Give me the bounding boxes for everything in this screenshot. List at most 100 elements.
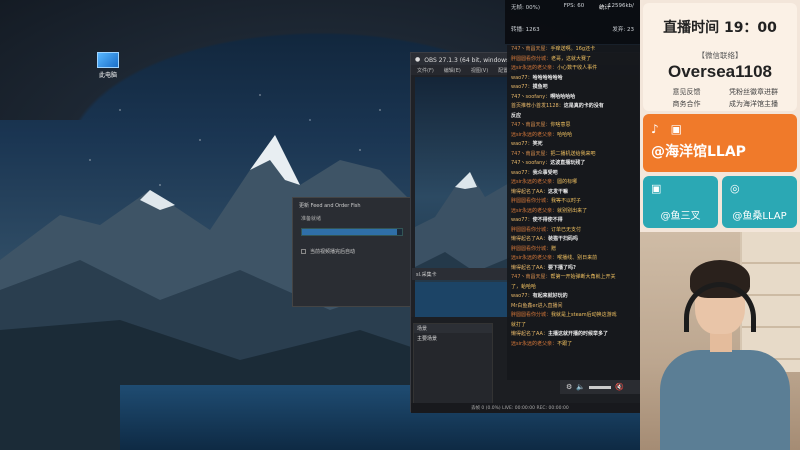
chat-text: 喉播线、别日来前 xyxy=(557,255,598,261)
sources-label: sl.采集卡 xyxy=(416,272,437,278)
chat-username: 747丶南昌天屋： xyxy=(511,46,551,52)
chat-message: 了，蛤哈哈 xyxy=(507,283,640,293)
checkbox[interactable] xyxy=(301,249,306,254)
chat-message: 胖圆圆看你分城：我等不以时子 xyxy=(507,197,640,207)
chat-message: 反应 xyxy=(507,112,640,122)
chat-message: 747丶南昌天屋：帮第一开始弹断大角就上开关 xyxy=(507,273,640,283)
douyin-handle: @海洋馆LLAP xyxy=(651,144,746,160)
chat-text: 订单已无支付 xyxy=(551,226,582,233)
contact-notes: 意见反馈 凭粉丝徽章进群 商务合作 成为海洋馆主播 xyxy=(653,87,787,109)
chat-text: 就打了 xyxy=(511,321,527,328)
streamer-body xyxy=(660,350,790,450)
live-time: 直播时间 19：00 xyxy=(663,20,777,36)
menu-edit[interactable]: 编辑(E) xyxy=(444,67,461,74)
chat-text: 这发干嘛 xyxy=(547,188,568,195)
chat-message: 懒得起名了AA：这发干嘛 xyxy=(507,188,640,198)
mute-icon[interactable]: 🔇 xyxy=(615,383,624,391)
chat-text: 这波直播玩残了 xyxy=(550,160,586,166)
chat-username: 747丶南昌天屋： xyxy=(511,150,551,157)
stat-views: 转播: 1263 xyxy=(511,27,540,33)
chat-message: 747丶soofany：啊哈哈哈哈 xyxy=(507,93,640,103)
wechat-id: Oversea1108 xyxy=(668,62,772,81)
scenes-panel: 场景 主要场景 xyxy=(413,323,493,407)
stats-panel: 统计 无帧: 00%) FPS: 60 12596kb/ 转播: 1263 发弃… xyxy=(505,0,640,44)
chat-message: 747丶南昌天屋：你啥意思 xyxy=(507,121,640,131)
computer-icon xyxy=(97,52,119,68)
chat-message: wao77：我众事受吧 xyxy=(507,169,640,179)
chat-message: 747丶南昌天屋：手痒送啊。16g还卡 xyxy=(507,45,640,55)
chat-text: 手痒送啊。16g还卡 xyxy=(550,46,596,52)
chat-message: wao77：摸鱼吧 xyxy=(507,83,640,93)
menu-view[interactable]: 视图(V) xyxy=(471,67,488,74)
stat-fps: FPS: 60 xyxy=(563,3,585,9)
auto-checkbox-row[interactable]: 当前视频播完后自动 xyxy=(293,240,411,263)
chat-message: 远sir永远的老父亲：哈哈哈 xyxy=(507,131,640,141)
chat-username: 远sir永远的老父亲： xyxy=(511,340,558,347)
chat-username: wao77： xyxy=(511,141,533,147)
chat-text: 笑死 xyxy=(532,141,543,147)
weibo-card: ◎ @鱼桑LLAP xyxy=(722,176,797,228)
chat-username: wao77： xyxy=(511,84,533,90)
stats-title: 统计 xyxy=(598,5,610,11)
danmaku-chat: 747丶南昌天屋：手痒送啊。16g还卡 胖圆圆看你分城：老哥，这就大赛了 远sir永… xyxy=(507,45,640,380)
chat-text: 哈哈哈哈哈哈 xyxy=(532,74,563,81)
chat-text: 我等不以时子 xyxy=(551,198,582,204)
chat-message: wao77：使不得使不得 xyxy=(507,216,640,226)
chat-message: wao77：有起来就好玩的 xyxy=(507,292,640,302)
chat-username: 747丶soofany： xyxy=(511,93,551,100)
dialog-title: 更新 Feed and Order Fish xyxy=(299,203,361,209)
chat-text: 有起来就好玩的 xyxy=(532,293,568,299)
chat-message: 远sir永远的老父亲：圆的标哪 xyxy=(507,178,640,188)
bilibili-handle: @鱼三叉 xyxy=(660,211,701,222)
chat-username: 747丶南昌天屋： xyxy=(511,274,551,280)
scene-item[interactable]: 主要场景 xyxy=(414,333,492,344)
note-fan-badge: 凭粉丝徽章进群 xyxy=(729,88,778,96)
chat-message: 远sir永远的老父亲：就别别出来了 xyxy=(507,207,640,217)
chat-username: 747丶soofany： xyxy=(511,160,551,166)
chat-text: 你啥意思 xyxy=(550,122,571,128)
bilibili-icon: ▣ xyxy=(670,122,683,136)
obs-logo-icon: ● xyxy=(415,55,421,63)
chat-username: 远sir永远的老父亲： xyxy=(511,207,558,214)
bilibili-card: ▣ @鱼三叉 xyxy=(643,176,718,228)
chat-text: 摸鱼吧 xyxy=(532,84,548,90)
chat-message: 远sir永远的老父亲：不跟了 xyxy=(507,340,640,350)
chat-text: 不跟了 xyxy=(557,340,573,347)
gear-icon[interactable]: ⚙ xyxy=(566,383,572,391)
stats-row-2: 转播: 1263 发弃: 23 xyxy=(505,22,640,36)
menu-file[interactable]: 文件(F) xyxy=(417,67,434,74)
chat-message: 懒得起名了AA：主播这就开播的时候举多了 xyxy=(507,330,640,340)
chat-message: 就打了 xyxy=(507,321,640,331)
chat-username: 懒得起名了AA： xyxy=(511,331,548,337)
chat-message: 远sir永远的老父亲：小心数干收人事件 xyxy=(507,64,640,74)
chat-text: 老哥，这就大赛了 xyxy=(551,55,592,62)
volume-slider[interactable] xyxy=(589,385,611,389)
chat-message: 懒得起名了AA：要下播了吗? xyxy=(507,264,640,274)
progress-fill xyxy=(302,229,397,235)
chat-username: 胖圆圆看你分城： xyxy=(511,226,552,233)
chat-username: wao77： xyxy=(511,169,533,176)
chat-text: 主播这就开播的时候举多了 xyxy=(547,331,608,337)
chat-message: 首页推荐小首发1128：这是真的卡的没有 xyxy=(507,102,640,112)
bilibili-icon: ▣ xyxy=(651,182,662,195)
chat-username: 懒得起名了AA： xyxy=(511,264,548,271)
chat-message: 胖圆圆看你分城：订单已无支付 xyxy=(507,226,640,236)
stat-sent: 发弃: 23 xyxy=(612,27,634,33)
desktop-icon-this-pc[interactable]: 此电脑 xyxy=(88,52,128,79)
douyin-card: ♪ ▣ @海洋馆LLAP xyxy=(643,114,797,172)
chat-text: 小心数干收人事件 xyxy=(557,65,598,71)
dialog-subtitle: 准备就绪 xyxy=(301,216,322,222)
chat-username: 远sir永远的老父亲： xyxy=(511,131,558,138)
chat-message: 胖圆圆看你分城：赠 xyxy=(507,245,640,255)
chat-message: 远sir永远的老父亲：喉播线、别日来前 xyxy=(507,254,640,264)
obs-preview[interactable] xyxy=(415,77,511,317)
scenes-header: 场景 xyxy=(414,324,492,333)
chat-text: 我就是上steam后动换这游戏 xyxy=(551,312,617,318)
webcam-feed xyxy=(640,232,800,450)
note-business: 商务合作 xyxy=(672,100,701,108)
stats-row-1: 无帧: 00%) FPS: 60 12596kb/ xyxy=(505,0,640,14)
chat-username: 懒得起名了AA： xyxy=(511,236,548,242)
chat-message: 胖圆圆看你分城：老哥，这就大赛了 xyxy=(507,55,640,65)
speaker-icon[interactable]: 🔈 xyxy=(576,383,585,391)
douyin-icon: ♪ xyxy=(651,122,659,136)
